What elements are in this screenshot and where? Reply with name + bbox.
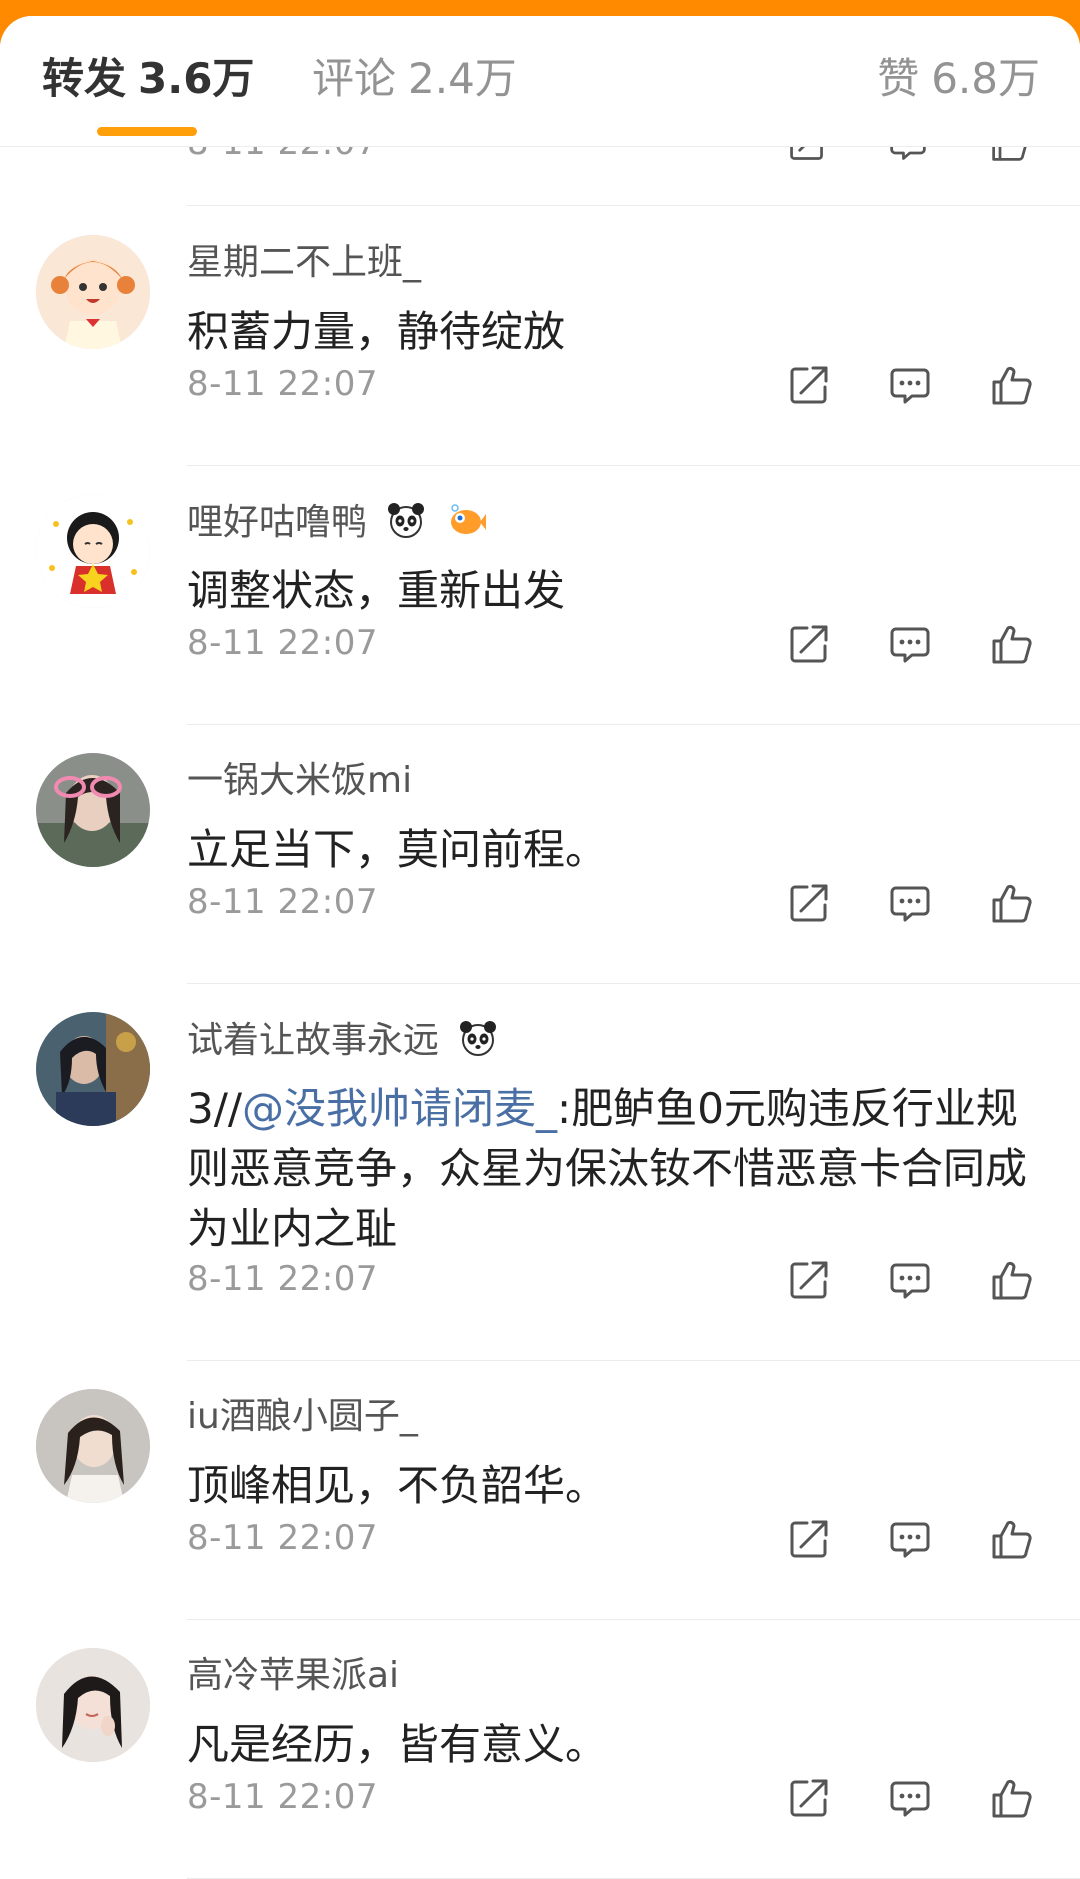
share-icon <box>787 1776 831 1820</box>
tab-like-count: 6.8万 <box>931 54 1040 103</box>
repost-item: 高冷苹果派ai 凡是经历，皆有意义。 8-11 22:07 <box>0 1620 1080 1879</box>
tab-repost-count: 3.6万 <box>138 54 255 103</box>
reply-button[interactable] <box>888 1258 932 1302</box>
share-button[interactable] <box>787 1258 831 1302</box>
repost-item: iu酒酿小圆子_ 顶峰相见，不负韶华。 8-11 22:07 <box>0 1361 1080 1620</box>
tab-like-label: 赞 <box>877 54 920 103</box>
reply-button[interactable] <box>888 363 932 407</box>
username[interactable]: iu酒酿小圆子_ <box>187 1395 418 1439</box>
comment-icon <box>888 622 932 666</box>
repost-sheet: 转发3.6万 评论2.4万 赞6.8万 8-11 22:07 <box>0 16 1080 1879</box>
username[interactable]: 一锅大米饭mi <box>187 759 412 803</box>
share-button[interactable] <box>787 363 831 407</box>
username-text: 哩好咕噜鸭 <box>187 502 368 543</box>
timestamp: 8-11 22:07 <box>187 1777 378 1817</box>
like-button[interactable] <box>990 1517 1034 1561</box>
repost-text: 立足当下，莫问前程。 <box>187 825 608 874</box>
timestamp: 8-11 22:07 <box>187 623 378 663</box>
username-text: 试着让故事永远 <box>187 1020 440 1061</box>
timestamp: 8-11 22:07 <box>187 147 378 163</box>
share-button[interactable] <box>787 881 831 925</box>
repost-item: 哩好咕噜鸭 调整状态，重新出发 8-11 22:07 <box>0 466 1080 725</box>
like-button[interactable] <box>990 1258 1034 1302</box>
divider <box>187 205 1080 206</box>
like-button[interactable] <box>990 881 1034 925</box>
share-icon <box>787 1517 831 1561</box>
thumbs-up-icon[interactable] <box>990 147 1030 163</box>
avatar[interactable] <box>36 753 150 867</box>
share-button[interactable] <box>787 1517 831 1561</box>
repost-text: 顶峰相见，不负韶华。 <box>187 1461 608 1510</box>
avatar[interactable] <box>36 1648 150 1762</box>
repost-text: 积蓄力量，静待绽放 <box>187 307 566 356</box>
username[interactable]: 哩好咕噜鸭 <box>187 500 486 545</box>
reply-button[interactable] <box>888 1776 932 1820</box>
share-icon <box>787 1258 831 1302</box>
repost-item: 试着让故事永远 3//@没我帅请闭麦_:肥鲈鱼0元购违反行业规则恶意竞争，众星为… <box>0 984 1080 1361</box>
share-icon <box>787 363 831 407</box>
panda-emoji-icon <box>460 1021 497 1056</box>
tab-comment[interactable]: 评论 2.4万 <box>312 52 517 106</box>
timestamp: 8-11 22:07 <box>187 364 378 404</box>
active-tab-indicator <box>97 127 197 136</box>
share-icon <box>787 881 831 925</box>
comment-icon <box>888 1258 932 1302</box>
repost-item: 星期二不上班_ 积蓄力量，静待绽放 8-11 22:07 <box>0 207 1080 466</box>
thumbs-up-icon <box>990 1258 1034 1302</box>
username[interactable]: 高冷苹果派ai <box>187 1654 399 1698</box>
like-button[interactable] <box>990 1776 1034 1820</box>
tab-like[interactable]: 赞 6.8万 <box>877 52 1040 106</box>
repost-text: 调整状态，重新出发 <box>187 566 566 615</box>
comment-icon <box>888 363 932 407</box>
comment-icon <box>888 1517 932 1561</box>
thumbs-up-icon <box>990 622 1034 666</box>
comment-icon[interactable] <box>888 147 928 163</box>
repost-text: 凡是经历，皆有意义。 <box>187 1720 608 1769</box>
timestamp: 8-11 22:07 <box>187 882 378 922</box>
repost-text: 3//@没我帅请闭麦_:肥鲈鱼0元购违反行业规则恶意竞争，众星为保汰钕不惜恶意卡… <box>187 1079 1057 1259</box>
comment-icon <box>888 1776 932 1820</box>
thumbs-up-icon <box>990 363 1034 407</box>
comment-icon <box>888 881 932 925</box>
fish-emoji-icon <box>450 504 486 534</box>
tab-repost[interactable]: 转发 3.6万 <box>42 52 254 106</box>
previous-item-partial: 8-11 22:07 <box>0 147 1080 207</box>
username[interactable]: 试着让故事永远 <box>187 1018 498 1063</box>
thumbs-up-icon <box>990 1776 1034 1820</box>
timestamp: 8-11 22:07 <box>187 1259 378 1299</box>
repost-chain-prefix: 3// <box>187 1084 243 1133</box>
thumbs-up-icon <box>990 1517 1034 1561</box>
timestamp: 8-11 22:07 <box>187 1518 378 1558</box>
share-icon <box>787 622 831 666</box>
share-button[interactable] <box>787 622 831 666</box>
username[interactable]: 星期二不上班_ <box>187 241 421 285</box>
mention-link[interactable]: @没我帅请闭麦_ <box>242 1084 557 1133</box>
tab-comment-count: 2.4万 <box>408 54 517 103</box>
avatar[interactable] <box>36 1389 150 1503</box>
tab-bar: 转发 3.6万 评论 2.4万 赞 6.8万 <box>0 16 1080 147</box>
like-button[interactable] <box>990 363 1034 407</box>
tab-repost-label: 转发 <box>42 54 127 103</box>
avatar[interactable] <box>36 1012 150 1126</box>
avatar[interactable] <box>36 235 150 349</box>
share-button[interactable] <box>787 1776 831 1820</box>
reply-button[interactable] <box>888 622 932 666</box>
reply-button[interactable] <box>888 881 932 925</box>
avatar[interactable] <box>36 494 150 608</box>
thumbs-up-icon <box>990 881 1034 925</box>
repost-item: 一锅大米饭mi 立足当下，莫问前程。 8-11 22:07 <box>0 725 1080 984</box>
reply-button[interactable] <box>888 1517 932 1561</box>
panda-emoji-icon <box>388 503 425 538</box>
share-icon[interactable] <box>787 147 827 163</box>
tab-comment-label: 评论 <box>312 54 397 103</box>
like-button[interactable] <box>990 622 1034 666</box>
